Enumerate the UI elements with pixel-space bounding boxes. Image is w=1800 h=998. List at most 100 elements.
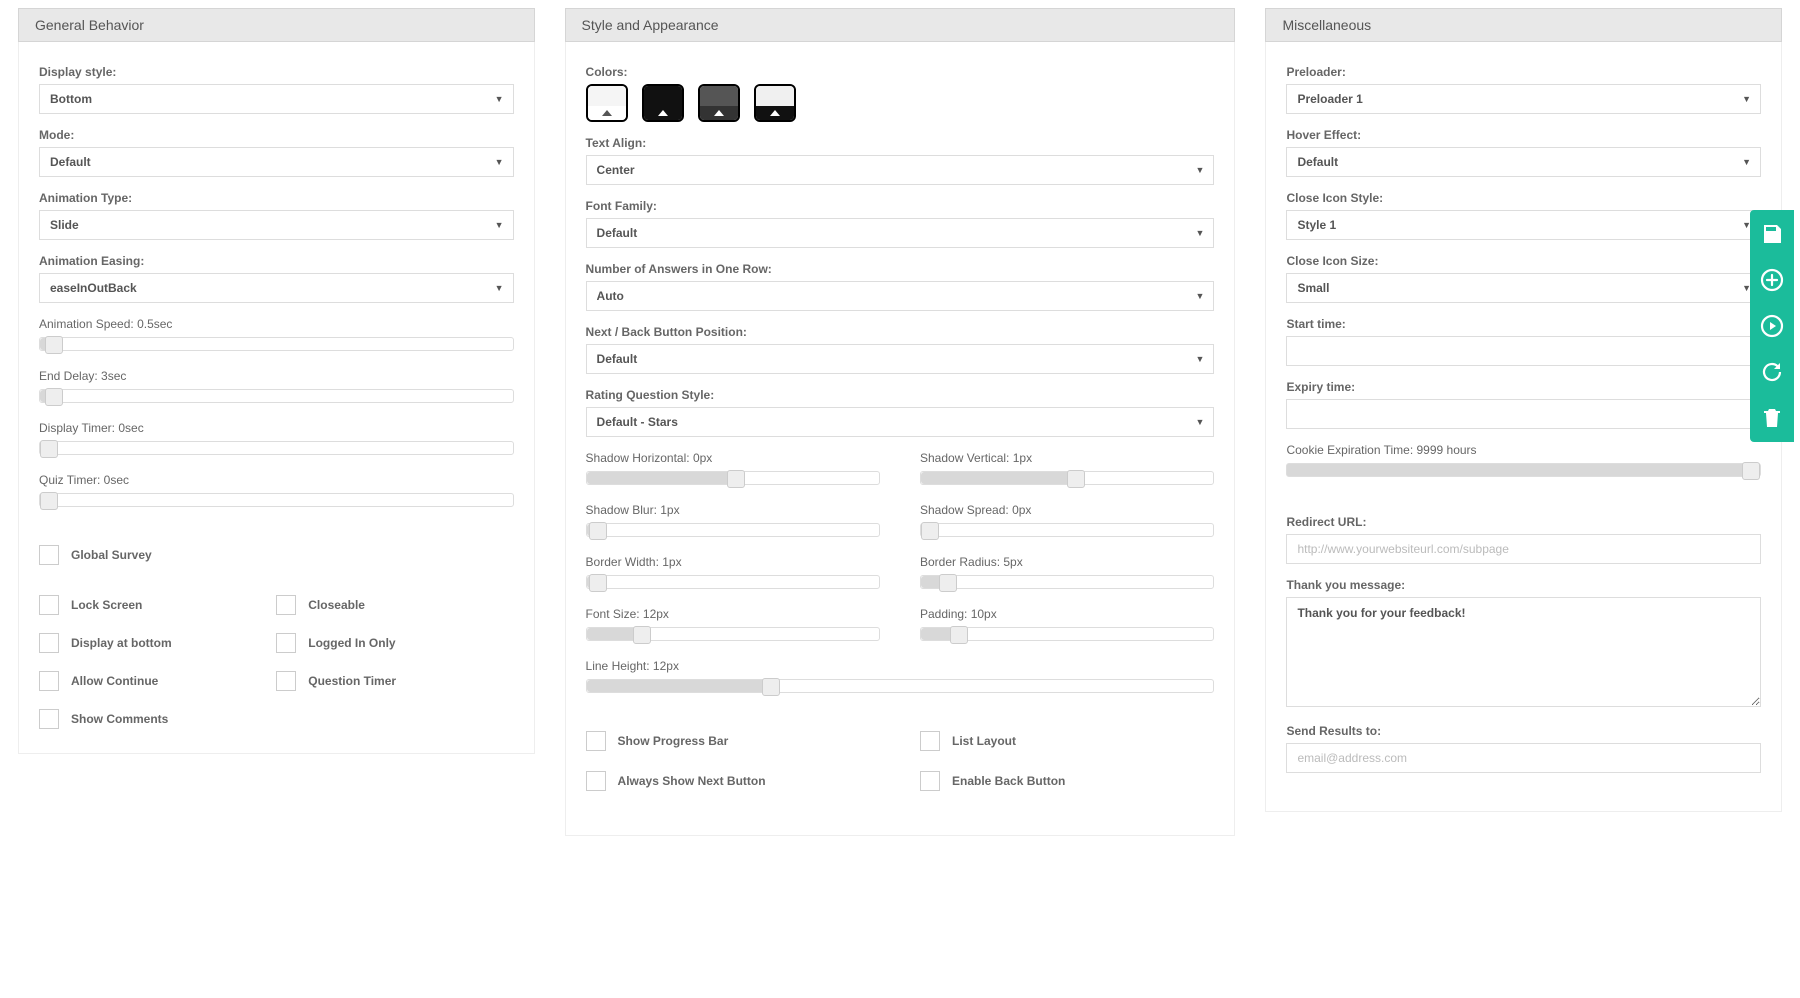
save-icon xyxy=(1760,222,1784,246)
send-results-label: Send Results to: xyxy=(1286,724,1761,738)
preloader-label: Preloader: xyxy=(1286,65,1761,79)
shadow-spread-slider[interactable] xyxy=(920,523,1214,537)
panel-misc-title: Miscellaneous xyxy=(1265,8,1782,42)
show-comments-label: Show Comments xyxy=(71,712,168,726)
thank-you-textarea[interactable] xyxy=(1286,597,1761,707)
save-button[interactable] xyxy=(1758,220,1786,248)
global-survey-checkbox[interactable] xyxy=(39,545,59,565)
mode-select[interactable]: Default xyxy=(39,147,514,177)
rating-style-select[interactable]: Default - Stars xyxy=(586,407,1215,437)
display-style-select[interactable]: Bottom xyxy=(39,84,514,114)
colors-label: Colors: xyxy=(586,65,1215,79)
add-icon xyxy=(1760,268,1784,292)
allow-continue-checkbox[interactable] xyxy=(39,671,59,691)
button-position-label: Next / Back Button Position: xyxy=(586,325,1215,339)
side-toolbar xyxy=(1750,210,1794,442)
padding-slider[interactable] xyxy=(920,627,1214,641)
question-timer-label: Question Timer xyxy=(308,674,396,688)
shadow-blur-label: Shadow Blur: 1px xyxy=(586,503,880,517)
panel-style-title: Style and Appearance xyxy=(565,8,1236,42)
enable-back-checkbox[interactable] xyxy=(920,771,940,791)
logged-in-only-checkbox[interactable] xyxy=(276,633,296,653)
display-at-bottom-label: Display at bottom xyxy=(71,636,172,650)
animation-easing-label: Animation Easing: xyxy=(39,254,514,268)
shadow-h-slider[interactable] xyxy=(586,471,880,485)
send-results-input[interactable] xyxy=(1286,743,1761,773)
color-swatch-2[interactable] xyxy=(698,84,740,122)
logged-in-only-label: Logged In Only xyxy=(308,636,395,650)
end-delay-slider[interactable] xyxy=(39,389,514,403)
allow-continue-label: Allow Continue xyxy=(71,674,158,688)
animation-speed-slider[interactable] xyxy=(39,337,514,351)
padding-label: Padding: 10px xyxy=(920,607,1214,621)
closeable-checkbox[interactable] xyxy=(276,595,296,615)
color-swatches xyxy=(586,84,1215,122)
color-swatch-3[interactable] xyxy=(754,84,796,122)
list-layout-checkbox[interactable] xyxy=(920,731,940,751)
text-align-select[interactable]: Center xyxy=(586,155,1215,185)
show-progress-checkbox[interactable] xyxy=(586,731,606,751)
display-at-bottom-checkbox[interactable] xyxy=(39,633,59,653)
lock-screen-label: Lock Screen xyxy=(71,598,142,612)
delete-button[interactable] xyxy=(1758,404,1786,432)
animation-easing-select[interactable]: easeInOutBack xyxy=(39,273,514,303)
color-swatch-1[interactable] xyxy=(642,84,684,122)
close-icon-style-select[interactable]: Style 1 xyxy=(1286,210,1761,240)
shadow-h-label: Shadow Horizontal: 0px xyxy=(586,451,880,465)
quiz-timer-slider[interactable] xyxy=(39,493,514,507)
close-icon-size-select[interactable]: Small xyxy=(1286,273,1761,303)
display-timer-label: Display Timer: 0sec xyxy=(39,421,514,435)
shadow-v-slider[interactable] xyxy=(920,471,1214,485)
font-size-slider[interactable] xyxy=(586,627,880,641)
play-icon xyxy=(1760,314,1784,338)
line-height-slider[interactable] xyxy=(586,679,1215,693)
font-size-label: Font Size: 12px xyxy=(586,607,880,621)
list-layout-label: List Layout xyxy=(952,734,1016,748)
font-family-select[interactable]: Default xyxy=(586,218,1215,248)
close-icon-style-label: Close Icon Style: xyxy=(1286,191,1761,205)
start-time-label: Start time: xyxy=(1286,317,1761,331)
color-swatch-0[interactable] xyxy=(586,84,628,122)
enable-back-label: Enable Back Button xyxy=(952,774,1065,788)
animation-speed-label: Animation Speed: 0.5sec xyxy=(39,317,514,331)
mode-label: Mode: xyxy=(39,128,514,142)
expiry-time-label: Expiry time: xyxy=(1286,380,1761,394)
animation-type-select[interactable]: Slide xyxy=(39,210,514,240)
play-button[interactable] xyxy=(1758,312,1786,340)
display-style-label: Display style: xyxy=(39,65,514,79)
redirect-url-input[interactable] xyxy=(1286,534,1761,564)
button-position-select[interactable]: Default xyxy=(586,344,1215,374)
global-survey-label: Global Survey xyxy=(71,548,152,562)
border-radius-label: Border Radius: 5px xyxy=(920,555,1214,569)
cookie-expiration-slider[interactable] xyxy=(1286,463,1761,477)
font-family-label: Font Family: xyxy=(586,199,1215,213)
show-progress-label: Show Progress Bar xyxy=(618,734,729,748)
answers-row-select[interactable]: Auto xyxy=(586,281,1215,311)
panel-style: Style and Appearance Colors: Text Align:… xyxy=(565,8,1236,836)
question-timer-checkbox[interactable] xyxy=(276,671,296,691)
always-next-checkbox[interactable] xyxy=(586,771,606,791)
lock-screen-checkbox[interactable] xyxy=(39,595,59,615)
line-height-label: Line Height: 12px xyxy=(586,659,1215,673)
border-width-slider[interactable] xyxy=(586,575,880,589)
close-icon-size-label: Close Icon Size: xyxy=(1286,254,1761,268)
rating-style-label: Rating Question Style: xyxy=(586,388,1215,402)
refresh-button[interactable] xyxy=(1758,358,1786,386)
hover-effect-select[interactable]: Default xyxy=(1286,147,1761,177)
border-radius-slider[interactable] xyxy=(920,575,1214,589)
expiry-time-input[interactable] xyxy=(1286,399,1761,429)
thank-you-label: Thank you message: xyxy=(1286,578,1761,592)
quiz-timer-label: Quiz Timer: 0sec xyxy=(39,473,514,487)
show-comments-checkbox[interactable] xyxy=(39,709,59,729)
start-time-input[interactable] xyxy=(1286,336,1761,366)
preloader-select[interactable]: Preloader 1 xyxy=(1286,84,1761,114)
answers-row-label: Number of Answers in One Row: xyxy=(586,262,1215,276)
add-button[interactable] xyxy=(1758,266,1786,294)
display-timer-slider[interactable] xyxy=(39,441,514,455)
closeable-label: Closeable xyxy=(308,598,365,612)
animation-type-label: Animation Type: xyxy=(39,191,514,205)
shadow-blur-slider[interactable] xyxy=(586,523,880,537)
always-next-label: Always Show Next Button xyxy=(618,774,766,788)
end-delay-label: End Delay: 3sec xyxy=(39,369,514,383)
panel-misc: Miscellaneous Preloader: Preloader 1 Hov… xyxy=(1265,8,1782,812)
